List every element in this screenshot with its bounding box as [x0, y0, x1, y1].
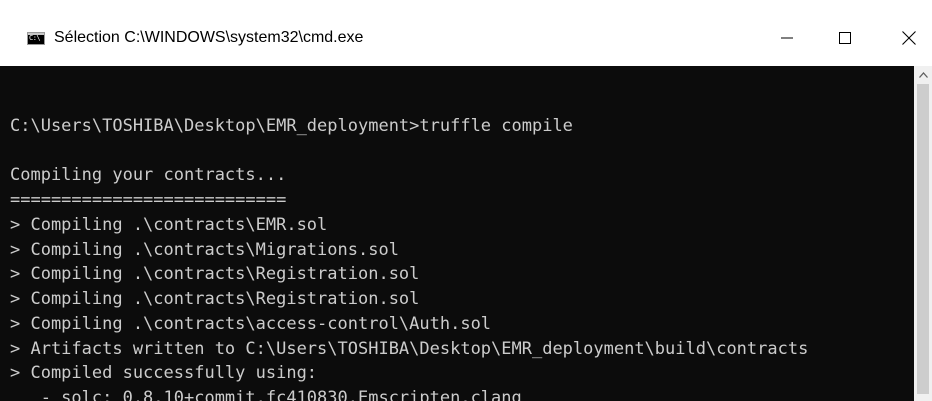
scroll-up-button[interactable] — [914, 66, 932, 83]
maximize-icon — [839, 32, 851, 44]
console-line: > Compiling .\contracts\EMR.sol — [10, 214, 328, 235]
cmd-icon: C:\ — [27, 32, 45, 45]
console-lines: C:\Users\TOSHIBA\Desktop\EMR_deployment>… — [10, 89, 808, 401]
console-line: > Artifacts written to C:\Users\TOSHIBA\… — [10, 338, 809, 359]
title-bar[interactable]: C:\ Sélection C:\WINDOWS\system32\cmd.ex… — [0, 10, 932, 66]
console-output[interactable]: C:\Users\TOSHIBA\Desktop\EMR_deployment>… — [0, 66, 914, 401]
minimize-icon — [781, 37, 793, 39]
minimize-button[interactable] — [764, 20, 810, 56]
console-line: C:\Users\TOSHIBA\Desktop\EMR_deployment>… — [10, 115, 573, 136]
scroll-up-arrow-icon — [918, 71, 928, 78]
cmd-icon-text: C:\ — [29, 34, 41, 42]
console-line: =========================== — [10, 190, 287, 210]
maximize-button[interactable] — [822, 20, 868, 56]
console-line: Compiling your contracts... — [10, 165, 287, 186]
console-line: > Compiling .\contracts\access-control\A… — [10, 313, 492, 334]
vertical-scrollbar[interactable] — [914, 66, 932, 401]
console-line: > Compiling .\contracts\Registration.sol — [10, 289, 420, 309]
close-button[interactable] — [886, 20, 932, 56]
window-title: Sélection C:\WINDOWS\system32\cmd.exe — [54, 29, 364, 46]
close-icon — [902, 31, 916, 45]
console-line: > Compiled successfully using: — [10, 363, 318, 384]
console-line: > Compiling .\contracts\Migrations.sol — [10, 239, 399, 260]
console-line: > Compiling .\contracts\Registration.sol — [10, 264, 420, 285]
console-line: - solc: 0.8.10+commit.fc410830.Emscripte… — [10, 388, 522, 401]
scrollbar-thumb[interactable] — [917, 84, 929, 394]
cmd-window: C:\ Sélection C:\WINDOWS\system32\cmd.ex… — [0, 0, 932, 401]
